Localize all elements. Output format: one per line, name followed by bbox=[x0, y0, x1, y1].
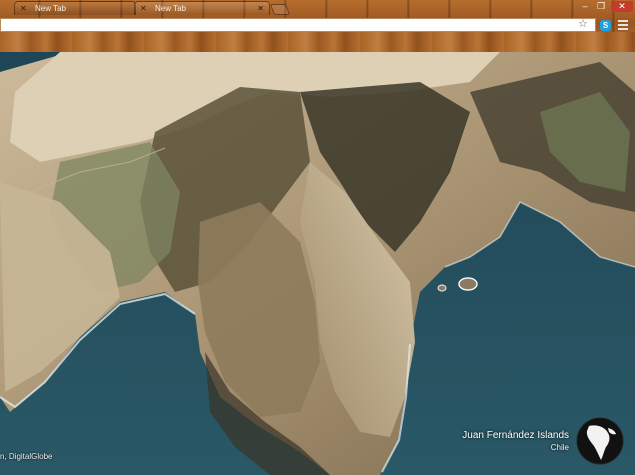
minimize-button[interactable]: – bbox=[577, 1, 593, 12]
globe-icon[interactable] bbox=[575, 416, 625, 466]
tab-title: New Tab bbox=[155, 4, 186, 13]
close-window-button[interactable]: ✕ bbox=[611, 1, 633, 12]
chrome-menu-icon[interactable] bbox=[618, 19, 628, 32]
browser-chrome: ✕ New Tab ✕ New Tab ✕ – ❐ ✕ ☆ S bbox=[0, 0, 635, 52]
new-tab-page bbox=[0, 52, 635, 475]
image-attribution[interactable]: n, DigitalGlobe bbox=[0, 452, 52, 461]
skype-extension-icon[interactable]: S bbox=[600, 20, 611, 31]
bookmark-star-icon[interactable]: ☆ bbox=[578, 18, 588, 31]
tab-close-icon[interactable]: ✕ bbox=[20, 2, 27, 15]
tab-title: New Tab bbox=[35, 4, 66, 13]
tab-new-tab-2[interactable]: ✕ New Tab ✕ bbox=[134, 1, 270, 15]
location-country: Chile bbox=[550, 443, 569, 452]
tab-new-tab-1[interactable]: ✕ New Tab bbox=[14, 1, 136, 15]
address-bar[interactable] bbox=[0, 18, 596, 32]
maximize-button[interactable]: ❐ bbox=[593, 1, 609, 12]
satellite-background-image bbox=[0, 52, 635, 475]
tab-close-icon[interactable]: ✕ bbox=[140, 2, 147, 15]
location-name[interactable]: Juan Fernández Islands bbox=[462, 430, 569, 441]
tab-strip: ✕ New Tab ✕ New Tab ✕ – ❐ ✕ bbox=[0, 0, 635, 16]
tab-close-icon[interactable]: ✕ bbox=[257, 2, 264, 15]
new-tab-button[interactable] bbox=[269, 4, 291, 15]
